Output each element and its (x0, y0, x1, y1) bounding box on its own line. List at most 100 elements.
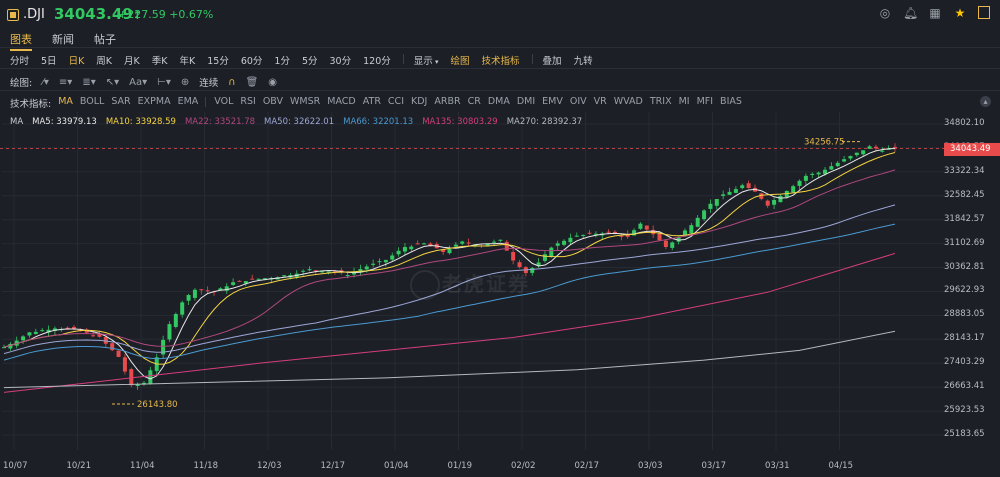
draw-toggle[interactable]: 绘图 (451, 53, 470, 67)
ma-legend-item: MA10: 33928.59 (105, 117, 176, 127)
period-5d[interactable]: 5日 (41, 53, 57, 67)
y-tick-label: 25183.65 (944, 429, 985, 439)
panel-icon[interactable]: □ (978, 6, 990, 19)
indicator-arbr[interactable]: ARBR (434, 96, 460, 110)
channel-tool-icon[interactable]: ≣▾ (82, 77, 95, 88)
bell-icon[interactable]: 🔔︎ (903, 6, 918, 20)
indicator-dmi[interactable]: DMI (517, 96, 535, 110)
indicator-trix[interactable]: TRIX (650, 96, 672, 110)
ruler-tool-icon[interactable]: ⊢▾ (157, 77, 171, 88)
grid-icon[interactable]: ▦ (928, 6, 942, 20)
candle-body (861, 150, 866, 155)
y-tick-label: 27403.29 (944, 357, 985, 368)
tab-posts[interactable]: 帖子 (94, 31, 116, 51)
candle-body (447, 249, 452, 254)
indicator-ema[interactable]: EMA (178, 96, 199, 110)
tab-chart[interactable]: 图表 (10, 31, 32, 51)
candle-body (103, 336, 108, 344)
candle-body (33, 331, 38, 334)
indicator-obv[interactable]: OBV (263, 96, 283, 110)
ma-legend-item: MA270: 28392.37 (506, 117, 583, 127)
candle-body (148, 370, 153, 385)
candle-body (568, 237, 573, 243)
period-daily[interactable]: 日K (69, 53, 85, 67)
period-quarterly[interactable]: 季K (152, 53, 168, 67)
indicator-wvad[interactable]: WVAD (614, 96, 643, 110)
target-icon[interactable]: ◎ (878, 6, 892, 20)
period-60m[interactable]: 60分 (241, 53, 263, 67)
indicator-vr[interactable]: VR (594, 96, 607, 110)
divider (531, 54, 533, 64)
candle-body (702, 210, 707, 220)
candle-body (511, 252, 516, 261)
period-30m[interactable]: 30分 (330, 53, 352, 67)
period-weekly[interactable]: 周K (96, 53, 112, 67)
indicator-mfi[interactable]: MFI (697, 96, 713, 110)
indicator-ma[interactable]: MA (58, 96, 73, 110)
candle-body (377, 261, 382, 263)
zoom-icon[interactable]: ⊕ (181, 77, 189, 88)
indicators-toggle[interactable]: 技术指标 (482, 53, 520, 67)
candle-body (791, 186, 796, 193)
candle-body (695, 217, 700, 227)
star-icon[interactable]: ★ (953, 6, 967, 20)
continuous-toggle[interactable]: 连续 (199, 75, 218, 89)
period-monthly[interactable]: 月K (124, 53, 140, 67)
tab-news[interactable]: 新闻 (52, 31, 74, 51)
candle-body (619, 235, 624, 237)
indicator-mi[interactable]: MI (679, 96, 690, 110)
y-tick-label: 26663.41 (944, 381, 985, 392)
indicator-cci[interactable]: CCI (388, 96, 404, 110)
candle-body (256, 278, 261, 280)
candle-body (231, 282, 236, 285)
candle-body (746, 183, 751, 188)
indicator-cr[interactable]: CR (468, 96, 481, 110)
arrow-tool-icon[interactable]: ↖▾ (106, 77, 119, 88)
indicator-kdj[interactable]: KDJ (411, 96, 427, 110)
period-5m[interactable]: 5分 (302, 53, 318, 67)
period-intraday[interactable]: 分时 (10, 53, 29, 67)
eye-icon[interactable]: ◉ (268, 77, 277, 88)
main-tabs: 图表 新闻 帖子 (10, 31, 116, 51)
trash-icon[interactable]: 🗑︎ (246, 77, 259, 88)
divider (0, 68, 1000, 69)
candle-body (657, 233, 662, 241)
x-tick-label: 12/03 (257, 461, 282, 471)
indicator-macd[interactable]: MACD (327, 96, 355, 110)
high-label: 34256.75 (804, 138, 845, 148)
indicator-rsi[interactable]: RSI (240, 96, 255, 110)
candle-body (638, 223, 643, 229)
indicator-oiv[interactable]: OIV (570, 96, 587, 110)
period-1m[interactable]: 1分 (274, 53, 290, 67)
period-120m[interactable]: 120分 (363, 53, 391, 67)
overlay-button[interactable]: 叠加 (543, 53, 562, 67)
y-tick-label: 31842.57 (944, 213, 985, 224)
candle-body (282, 275, 287, 277)
indicator-bias[interactable]: BIAS (720, 96, 742, 110)
line-tool-icon[interactable]: ⁄▾ (42, 77, 49, 88)
indicator-vol[interactable]: VOL (214, 96, 233, 110)
candle-body (873, 146, 878, 149)
period-yearly[interactable]: 年K (180, 53, 196, 67)
candle-body (689, 225, 694, 234)
text-tool-icon[interactable]: Aa▾ (129, 77, 147, 88)
indicator-emv[interactable]: EMV (542, 96, 563, 110)
hline-tool-icon[interactable]: ≡▾ (59, 77, 72, 88)
collapse-icon[interactable]: ▴ (980, 96, 991, 107)
indicator-boll[interactable]: BOLL (80, 96, 104, 110)
x-tick-label: 01/04 (384, 461, 409, 471)
indicator-expma[interactable]: EXPMA (138, 96, 171, 110)
indicator-atr[interactable]: ATR (363, 96, 381, 110)
indicator-wmsr[interactable]: WMSR (290, 96, 320, 110)
candle-body (733, 189, 738, 193)
period-15m[interactable]: 15分 (207, 53, 229, 67)
indicator-sar[interactable]: SAR (111, 96, 130, 110)
indicator-dma[interactable]: DMA (488, 96, 510, 110)
magnet-icon[interactable]: ∩ (228, 77, 235, 88)
ma-legend-item: MA50: 32622.01 (264, 117, 335, 127)
x-tick-label: 10/07 (3, 461, 28, 471)
candle-body (816, 172, 821, 175)
candle-body (205, 290, 210, 292)
display-dropdown[interactable]: 显示 (414, 53, 439, 67)
nine-turn-button[interactable]: 九转 (574, 53, 593, 67)
